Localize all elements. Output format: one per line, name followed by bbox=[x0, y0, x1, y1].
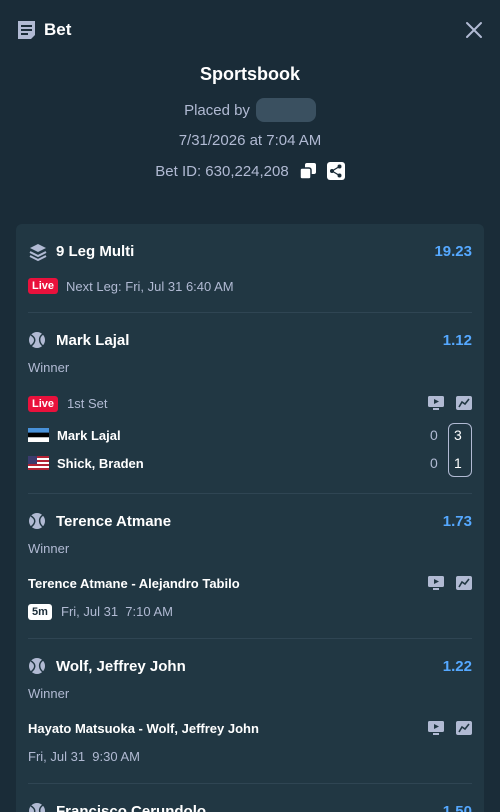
multi-odds: 19.23 bbox=[434, 243, 472, 260]
leg-market: Winner bbox=[28, 541, 70, 556]
tv-icon[interactable] bbox=[428, 396, 444, 410]
player-games: 0 bbox=[430, 427, 438, 443]
player-games: 0 bbox=[430, 455, 438, 471]
player-name: Shick, Braden bbox=[57, 455, 144, 471]
stats-icon[interactable] bbox=[456, 721, 472, 735]
close-icon[interactable] bbox=[463, 19, 485, 41]
multi-title: 9 Leg Multi bbox=[56, 243, 135, 260]
set-status: 1st Set bbox=[67, 396, 108, 411]
provider-title: Sportsbook bbox=[199, 64, 300, 84]
placed-by-user-hidden[interactable] bbox=[255, 98, 316, 122]
modal-title: Bet bbox=[44, 20, 72, 39]
match-title[interactable]: Terence Atmane - Alejandro Tabilo bbox=[28, 576, 240, 591]
layers-icon bbox=[29, 244, 47, 262]
player-sets: 3 bbox=[454, 427, 462, 443]
player-row: Shick, Braden bbox=[28, 453, 144, 473]
divider bbox=[28, 312, 472, 313]
estonia-flag-icon bbox=[28, 428, 49, 442]
countdown-badge: 5m bbox=[28, 604, 52, 620]
match-title[interactable]: Hayato Matsuoka - Wolf, Jeffrey John bbox=[28, 721, 259, 736]
bet-card: 9 Leg Multi 19.23 Live Next Leg: Fri, Ju… bbox=[16, 224, 484, 812]
tennis-ball-icon bbox=[29, 658, 45, 674]
player-sets: 1 bbox=[454, 455, 462, 471]
live-badge: Live bbox=[28, 396, 59, 412]
next-leg: Next Leg: Fri, Jul 31 6:40 AM bbox=[66, 279, 234, 294]
placed-date: 7/31/2026 at 7:04 AM bbox=[178, 132, 322, 149]
leg-market: Winner bbox=[28, 686, 70, 701]
modal-header: Bet bbox=[0, 0, 500, 60]
share-icon[interactable] bbox=[326, 162, 345, 180]
bet-id-row: Bet ID: 630,224,208 bbox=[0, 162, 500, 180]
leg-odds: 1.12 bbox=[442, 332, 472, 349]
tennis-ball-icon bbox=[29, 803, 45, 812]
live-badge: Live bbox=[28, 278, 59, 294]
divider bbox=[28, 638, 472, 639]
receipt-icon bbox=[18, 21, 35, 39]
usa-flag-icon bbox=[28, 456, 49, 470]
tv-icon[interactable] bbox=[428, 576, 444, 590]
player-row: Mark Lajal bbox=[28, 425, 121, 445]
placed-by: Placed by bbox=[0, 98, 500, 122]
leg-selection: Wolf, Jeffrey John bbox=[56, 658, 186, 675]
copy-icon[interactable] bbox=[298, 162, 317, 180]
leg-market: Winner bbox=[28, 360, 70, 375]
leg-selection: Terence Atmane bbox=[56, 513, 172, 530]
tv-icon[interactable] bbox=[428, 721, 444, 735]
tennis-ball-icon bbox=[29, 332, 45, 348]
divider bbox=[28, 493, 472, 494]
bet-id: Bet ID: 630,224,208 bbox=[155, 162, 289, 180]
placed-by-label: Placed by bbox=[184, 101, 250, 119]
tennis-ball-icon bbox=[29, 513, 45, 529]
leg-odds: 1.50 bbox=[442, 803, 472, 812]
stats-icon[interactable] bbox=[456, 396, 472, 410]
player-name: Mark Lajal bbox=[57, 427, 121, 443]
start-time: Fri, Jul 31 9:30 AM bbox=[28, 749, 140, 764]
divider bbox=[28, 783, 472, 784]
leg-selection: Francisco Cerundolo bbox=[56, 803, 207, 812]
leg-odds: 1.73 bbox=[442, 513, 472, 530]
leg-odds: 1.22 bbox=[442, 658, 472, 675]
stats-icon[interactable] bbox=[456, 576, 472, 590]
start-time: Fri, Jul 31 7:10 AM bbox=[61, 604, 173, 619]
leg-selection: Mark Lajal bbox=[56, 332, 130, 349]
